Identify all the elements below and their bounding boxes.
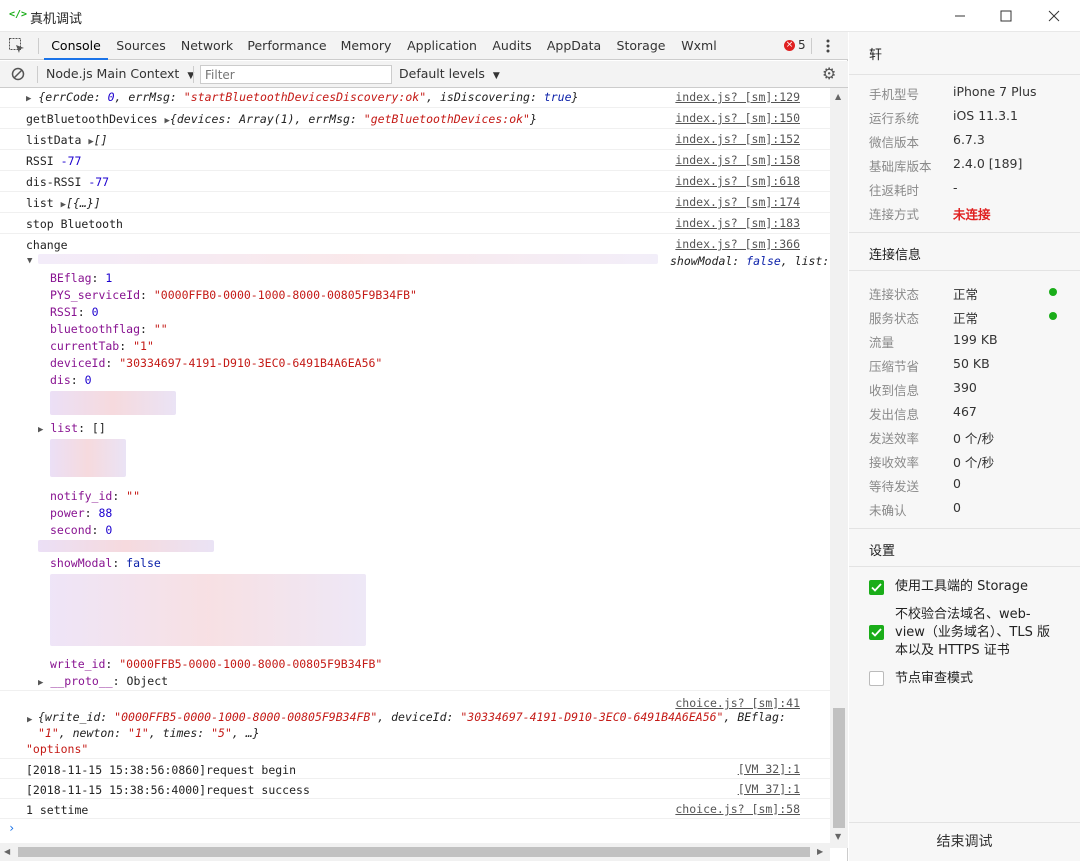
source-link[interactable]: index.js? [sm]:618 <box>675 174 800 188</box>
context-label: Node.js Main Context <box>46 66 180 81</box>
scroll-up-icon: ▲ <box>835 92 842 101</box>
minimize-icon <box>955 15 965 17</box>
tab-audits[interactable]: Audits <box>488 32 536 60</box>
section-title: 设置 <box>869 544 896 559</box>
window-title: 真机调试 <box>30 12 83 27</box>
source-link[interactable]: index.js? [sm]:183 <box>675 216 800 230</box>
levels-selector[interactable]: Default levels ▼ <box>399 66 500 81</box>
close-icon <box>1048 10 1060 22</box>
error-icon[interactable]: × <box>784 40 795 51</box>
redacted-content <box>50 391 176 415</box>
devtools-tabbar: Console Sources Network Performance Memo… <box>0 32 848 60</box>
checkmark-icon <box>871 628 882 637</box>
clear-console-icon[interactable] <box>11 67 25 84</box>
source-link[interactable]: choice.js? [sm]:58 <box>675 802 800 816</box>
minimize-button[interactable] <box>936 0 984 32</box>
log-row: listData ▶[] index.js? [sm]:152 <box>0 129 830 150</box>
scroll-right-icon: ▶ <box>817 847 824 856</box>
status-ok-dot-icon <box>1049 312 1057 320</box>
source-link[interactable]: index.js? [sm]:174 <box>675 195 800 209</box>
log-row: dis-RSSI -77 index.js? [sm]:618 <box>0 171 830 192</box>
redacted-content <box>38 254 658 264</box>
inspect-element-icon[interactable] <box>8 37 26 58</box>
tab-console[interactable]: Console <box>44 32 108 60</box>
dropdown-arrow-icon: ▼ <box>492 71 500 81</box>
source-link[interactable]: choice.js? [sm]:41 <box>675 696 800 710</box>
scrollbar-thumb[interactable] <box>18 847 810 857</box>
maximize-icon <box>1000 10 1012 22</box>
log-row: stop Bluetooth index.js? [sm]:183 <box>0 213 830 234</box>
redacted-content <box>38 540 214 552</box>
user-name: 轩 <box>869 48 883 63</box>
redacted-content <box>50 574 366 646</box>
redacted-content <box>50 439 126 477</box>
close-button[interactable] <box>1030 0 1078 32</box>
log-row: ▶ {errCode: 0, errMsg: "startBluetoothDe… <box>0 88 830 108</box>
context-selector[interactable]: Node.js Main Context ▼ <box>46 66 194 84</box>
log-row: 1 settime choice.js? [sm]:58 <box>0 799 830 819</box>
object-properties: BEflag: 1 PYS_serviceId: "0000FFB0-0000-… <box>50 271 417 387</box>
storage-checkbox[interactable] <box>869 580 884 595</box>
console-output: ▶ {errCode: 0, errMsg: "startBluetoothDe… <box>0 88 830 848</box>
tab-memory[interactable]: Memory <box>336 32 396 60</box>
log-row: list ▶[{…}] index.js? [sm]:174 <box>0 192 830 213</box>
tab-appdata[interactable]: AppData <box>544 32 604 60</box>
scroll-left-icon: ◀ <box>4 847 11 856</box>
devtools-panel: Console Sources Network Performance Memo… <box>0 32 848 861</box>
settings-gear-icon[interactable]: ⚙ <box>822 66 836 82</box>
source-link[interactable]: index.js? [sm]:150 <box>675 111 800 125</box>
expand-triangle-icon[interactable]: ▶ <box>26 94 31 104</box>
log-row: RSSI -77 index.js? [sm]:158 <box>0 150 830 171</box>
connection-status-warning: 未连接 <box>953 207 991 222</box>
vertical-scrollbar[interactable]: ▲ ▼ <box>830 88 848 848</box>
prompt-chevron-icon[interactable]: › <box>8 821 15 835</box>
collapse-triangle-icon[interactable]: ▼ <box>27 256 32 266</box>
expand-triangle-icon[interactable]: ▶ <box>38 425 43 435</box>
node-inspect-checkbox[interactable] <box>869 671 884 686</box>
end-debug-button[interactable]: 结束调试 <box>849 822 1080 861</box>
source-link[interactable]: index.js? [sm]:366 <box>675 237 800 251</box>
tab-performance[interactable]: Performance <box>246 32 328 60</box>
tab-network[interactable]: Network <box>176 32 238 60</box>
scroll-down-icon: ▼ <box>835 832 842 841</box>
skip-domain-check-checkbox[interactable] <box>869 625 884 640</box>
error-count[interactable]: 5 <box>798 38 806 52</box>
code-bracket-icon: </> <box>9 9 28 20</box>
levels-label: Default levels <box>399 66 485 81</box>
log-row: change index.js? [sm]:366 <box>26 237 800 252</box>
console-toolbar: Node.js Main Context ▼ Default levels ▼ … <box>0 61 848 88</box>
setting-label[interactable]: 使用工具端的 Storage <box>895 578 1028 596</box>
source-link[interactable]: index.js? [sm]:129 <box>675 90 800 104</box>
source-link[interactable]: [VM 32]:1 <box>738 762 800 776</box>
log-row: getBluetoothDevices ▶{devices: Array(1),… <box>0 108 830 129</box>
more-menu-icon[interactable] <box>826 38 830 54</box>
log-row: [2018-11-15 15:38:56:0860]request begin … <box>0 759 830 779</box>
title-bar: </> 真机调试 <box>0 0 1080 32</box>
device-info-panel: 轩 手机型号 iPhone 7 Plus 运行系统 iOS 11.3.1 微信版本 6… <box>849 32 1080 861</box>
setting-label[interactable]: 不校验合法域名、web- view（业务域名）、TLS 版 本以及 HTTPS … <box>895 606 1065 660</box>
section-title: 连接信息 <box>869 248 922 263</box>
checkmark-icon <box>871 583 882 592</box>
tab-wxml[interactable]: Wxml <box>678 32 720 60</box>
status-ok-dot-icon <box>1049 288 1057 296</box>
expand-triangle-icon[interactable]: ▶ <box>27 715 32 725</box>
scrollbar-thumb[interactable] <box>833 708 845 828</box>
log-row: [2018-11-15 15:38:56:4000]request succes… <box>0 779 830 799</box>
expand-triangle-icon[interactable]: ▶ <box>38 678 43 688</box>
source-link[interactable]: index.js? [sm]:152 <box>675 132 800 146</box>
tab-storage[interactable]: Storage <box>612 32 670 60</box>
horizontal-scrollbar[interactable]: ◀ ▶ <box>0 843 830 861</box>
source-link[interactable]: index.js? [sm]:158 <box>675 153 800 167</box>
filter-input[interactable] <box>200 65 392 84</box>
maximize-button[interactable] <box>982 0 1030 32</box>
tab-application[interactable]: Application <box>404 32 480 60</box>
source-link[interactable]: [VM 37]:1 <box>738 782 800 796</box>
setting-label[interactable]: 节点审查模式 <box>895 670 973 688</box>
tab-sources[interactable]: Sources <box>112 32 170 60</box>
